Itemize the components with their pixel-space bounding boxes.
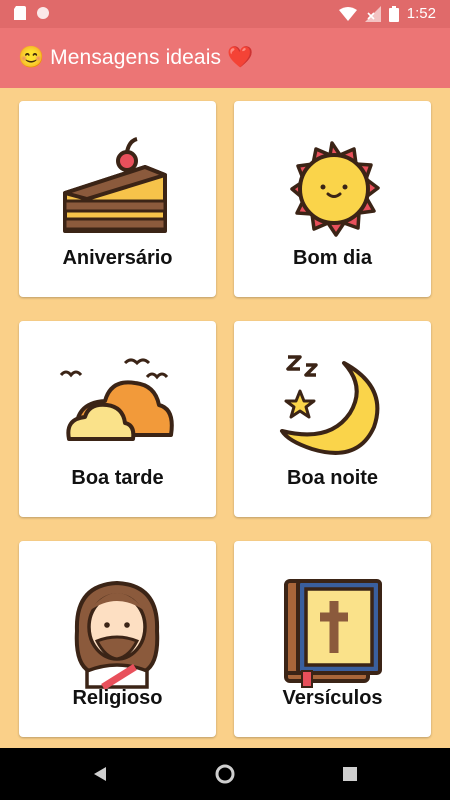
card-boa-tarde[interactable]: Boa tarde — [19, 321, 216, 517]
nav-bar — [0, 748, 450, 800]
card-label: Boa tarde — [71, 467, 164, 489]
app-bar: 😊 Mensagens ideais ❤️ — [0, 28, 450, 88]
signal-icon — [364, 5, 381, 22]
card-label: Versículos — [282, 687, 383, 709]
battery-icon — [388, 5, 399, 22]
recents-icon[interactable] — [338, 762, 362, 786]
status-time: 1:52 — [406, 5, 436, 22]
card-versiculos[interactable]: Versículos — [234, 541, 431, 737]
sun-icon — [290, 141, 380, 237]
card-label: Boa noite — [286, 467, 379, 489]
card-label: Bom dia — [293, 247, 372, 269]
wifi-icon — [338, 6, 357, 21]
home-icon[interactable] — [213, 762, 237, 786]
card-bom-dia[interactable]: Bom dia — [234, 101, 431, 297]
sd-card-icon — [14, 6, 26, 20]
status-bar: 1:52 — [0, 0, 450, 28]
moon-stars-icon — [280, 355, 380, 455]
card-religioso[interactable]: Religioso — [19, 541, 216, 737]
back-icon[interactable] — [88, 762, 112, 786]
app-title: 😊 Mensagens ideais ❤️ — [18, 46, 254, 69]
cake-icon — [63, 137, 167, 233]
card-label: Aniversário — [62, 247, 173, 269]
circle-notification-icon — [37, 7, 49, 19]
jesus-icon — [74, 580, 160, 690]
card-label: Religioso — [72, 687, 163, 709]
cloud-sunset-icon — [59, 358, 174, 441]
card-aniversario[interactable]: Aniversário — [19, 101, 216, 297]
bible-icon — [284, 579, 382, 688]
card-boa-noite[interactable]: Boa noite — [234, 321, 431, 517]
